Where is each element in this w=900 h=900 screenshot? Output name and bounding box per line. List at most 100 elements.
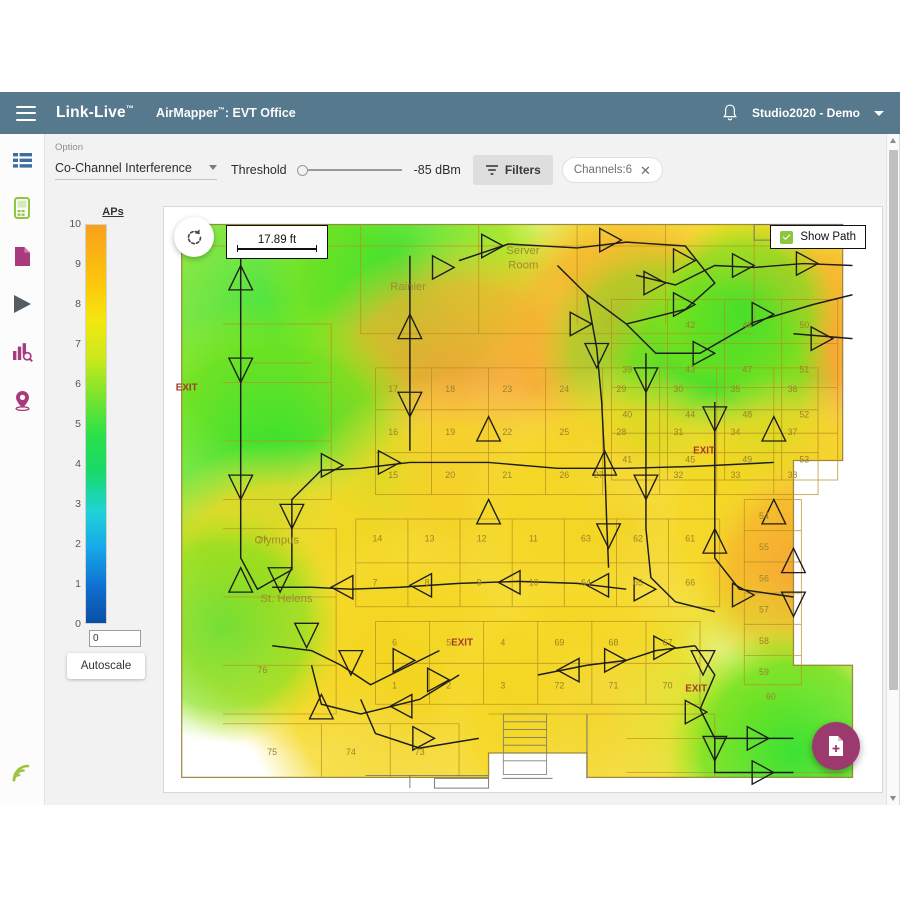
svg-text:75: 75	[267, 747, 277, 757]
svg-text:37: 37	[788, 427, 798, 437]
brand-logo[interactable]: Link-Live™	[56, 104, 134, 122]
svg-text:36: 36	[788, 384, 798, 394]
svg-text:31: 31	[673, 427, 683, 437]
legend-tick: 9	[75, 258, 81, 270]
svg-text:16: 16	[388, 427, 398, 437]
heatmap-layers: 17 18 23 24 29 30 35 36 16 19 22 25 28 31 34 37 15…	[164, 207, 882, 792]
chevron-down-icon	[209, 165, 217, 170]
legend-title: APs	[102, 206, 124, 218]
map-scale-text: 17.89 ft	[257, 234, 297, 247]
sidebar-item-list-view[interactable]	[8, 146, 36, 174]
heatmap-svg: 17 18 23 24 29 30 35 36 16 19 22 25 28 31 34 37 15…	[176, 223, 854, 789]
svg-text:53: 53	[799, 454, 809, 464]
svg-text:6: 6	[392, 638, 397, 648]
sidebar-item-analytics[interactable]	[8, 338, 36, 366]
content-scrollbar[interactable]	[886, 134, 899, 805]
legend-tick: 8	[75, 298, 81, 310]
svg-text:67: 67	[663, 638, 673, 648]
account-name[interactable]: Studio2020 - Demo	[752, 106, 860, 120]
heatmap-canvas[interactable]: 17 18 23 24 29 30 35 36 16 19 22 25 28 31 34 37 15…	[163, 206, 883, 793]
svg-text:22: 22	[502, 427, 512, 437]
svg-text:55: 55	[759, 542, 769, 552]
legend-tick: 6	[75, 378, 81, 390]
svg-text:Server: Server	[506, 245, 540, 257]
wifi-icon[interactable]	[11, 763, 33, 783]
chevron-up-icon[interactable]	[890, 138, 896, 143]
option-select[interactable]: Co-Channel Interference	[55, 161, 217, 180]
app-title-trademark: ™	[217, 106, 225, 114]
bell-icon[interactable]	[722, 104, 738, 122]
sidebar-item-playback[interactable]	[8, 290, 36, 318]
scrollbar-thumb[interactable]	[889, 150, 898, 690]
filters-button[interactable]: Filters	[472, 155, 553, 185]
svg-text:42: 42	[685, 320, 695, 330]
option-select-value: Co-Channel Interference	[55, 160, 192, 175]
svg-text:25: 25	[559, 427, 569, 437]
legend-min-input[interactable]: 0	[89, 630, 141, 647]
svg-text:19: 19	[445, 427, 455, 437]
content-panel: Option Co-Channel Interference Threshold…	[45, 134, 900, 805]
svg-text:4: 4	[500, 638, 505, 648]
svg-text:74: 74	[346, 747, 356, 757]
svg-text:71: 71	[609, 681, 619, 691]
svg-text:28: 28	[616, 427, 626, 437]
header-right-group: Studio2020 - Demo	[722, 104, 884, 122]
show-path-toggle[interactable]: Show Path	[770, 225, 866, 249]
svg-text:32: 32	[673, 470, 683, 480]
hamburger-icon[interactable]	[16, 105, 36, 121]
sidebar-item-device[interactable]	[8, 194, 36, 222]
app-title-text: AirMapper	[156, 106, 218, 120]
svg-text:65: 65	[633, 577, 643, 587]
legend-tick: 1	[75, 578, 81, 590]
threshold-slider[interactable]	[296, 163, 402, 177]
sidebar-item-locations[interactable]	[8, 386, 36, 414]
legend-tick: 0	[75, 618, 81, 630]
svg-text:70: 70	[663, 681, 673, 691]
close-icon[interactable]: ✕	[640, 164, 651, 177]
refresh-button[interactable]	[174, 217, 214, 257]
svg-text:46: 46	[742, 320, 752, 330]
svg-text:21: 21	[502, 470, 512, 480]
top-gutter	[0, 0, 900, 92]
app-body: Option Co-Channel Interference Threshold…	[0, 134, 900, 805]
svg-text:72: 72	[554, 681, 564, 691]
threshold-slider-thumb[interactable]	[296, 165, 308, 176]
svg-text:30: 30	[673, 384, 683, 394]
toolbar-controls: Co-Channel Interference Threshold -85 dB…	[55, 155, 899, 185]
svg-text:39: 39	[622, 365, 632, 375]
legend-tick: 5	[75, 418, 81, 430]
svg-text:18: 18	[445, 384, 455, 394]
svg-text:26: 26	[559, 470, 569, 480]
list-icon	[12, 152, 32, 168]
add-report-fab[interactable]	[812, 722, 860, 770]
channels-filter-label: Channels:6	[573, 164, 633, 176]
option-label: Option	[55, 142, 83, 153]
svg-text:68: 68	[609, 638, 619, 648]
svg-text:11: 11	[529, 533, 538, 543]
svg-text:33: 33	[731, 470, 741, 480]
autoscale-button-label: Autoscale	[80, 660, 132, 672]
svg-text:1: 1	[392, 681, 397, 691]
checkbox-checked-icon[interactable]	[780, 230, 794, 244]
legend-tick: 3	[75, 498, 81, 510]
brand-text: Link-Live	[56, 104, 126, 122]
svg-text:10: 10	[529, 577, 539, 587]
svg-text:57: 57	[759, 605, 769, 615]
svg-text:Rainier: Rainier	[390, 281, 426, 293]
map-scale-bar: 17.89 ft	[226, 225, 328, 259]
play-icon	[12, 294, 33, 314]
sidebar-item-reports[interactable]	[8, 242, 36, 270]
add-document-icon	[826, 734, 846, 758]
left-sidebar	[0, 134, 45, 805]
svg-text:2: 2	[446, 681, 451, 691]
channels-filter-chip[interactable]: Channels:6 ✕	[561, 157, 663, 183]
svg-text:7: 7	[373, 577, 378, 587]
autoscale-button[interactable]: Autoscale	[67, 653, 145, 679]
chevron-down-icon[interactable]	[890, 796, 896, 801]
svg-text:62: 62	[633, 533, 643, 543]
svg-text:58: 58	[759, 636, 769, 646]
svg-text:8: 8	[425, 577, 430, 587]
svg-text:60: 60	[766, 691, 776, 701]
heatmap-legend: APs 10 9 8 7 6 5 4 3 2 1 0 0 Autoscale	[55, 206, 155, 679]
chevron-down-icon[interactable]	[874, 110, 884, 116]
